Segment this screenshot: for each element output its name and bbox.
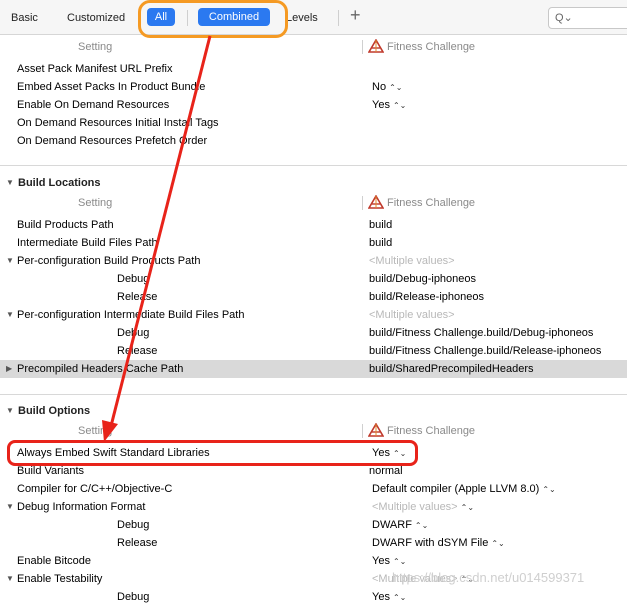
red-annotation-arrow xyxy=(102,35,212,442)
watermark-text: https://blog.csdn.net/u014599371 xyxy=(392,570,585,585)
